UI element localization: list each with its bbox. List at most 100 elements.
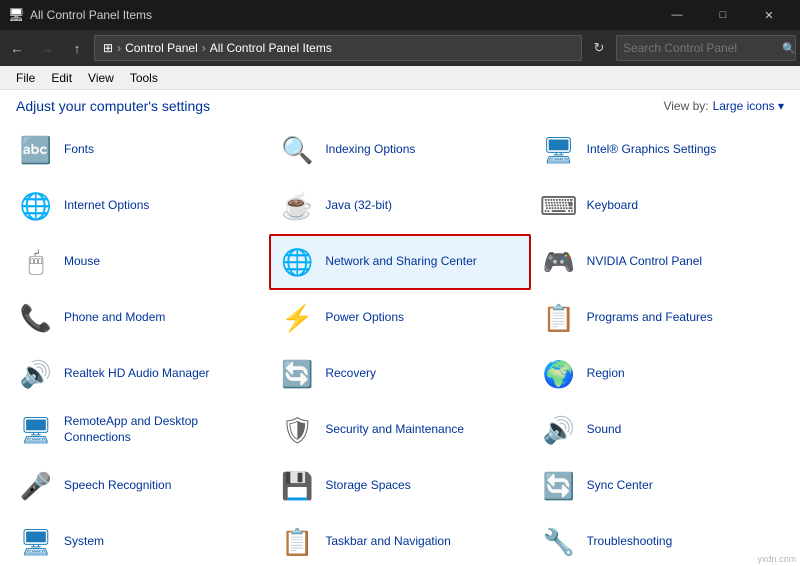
title-bar: 🖥 All Control Panel Items — □ ✕: [0, 0, 800, 30]
grid-item-nvidia[interactable]: 🎮NVIDIA Control Panel: [531, 234, 792, 290]
synccenter-icon: 🔄: [541, 468, 577, 504]
speech-icon: 🎤: [18, 468, 54, 504]
grid-item-indexing[interactable]: 🔍 Indexing Options: [269, 122, 530, 178]
recovery-icon: 🔄: [279, 356, 315, 392]
path-root: ⊞: [103, 41, 113, 55]
grid-item-internet[interactable]: 🌐 Internet Options: [8, 178, 269, 234]
content-header: Adjust your computer's settings View by:…: [0, 90, 800, 118]
storage-label: Storage Spaces: [325, 478, 410, 494]
grid-item-mouse[interactable]: 🖱 Mouse: [8, 234, 269, 290]
minimize-button[interactable]: —: [654, 0, 700, 30]
taskbar-icon: 📋: [279, 524, 315, 560]
items-grid: 🔤 Fonts 🔍 Indexing Options 🖥 Intel® Graphics …: [0, 118, 800, 566]
maximize-button[interactable]: □: [700, 0, 746, 30]
view-by-label: View by:: [663, 99, 708, 113]
security-label: Security and Maintenance: [325, 422, 464, 438]
grid-item-intel[interactable]: 🖥 Intel® Graphics Settings: [531, 122, 792, 178]
system-label: System: [64, 534, 104, 550]
refresh-button[interactable]: ↻: [586, 35, 612, 61]
search-icon: 🔍: [782, 42, 796, 55]
phone-icon: 📞: [18, 300, 54, 336]
storage-icon: 💾: [279, 468, 315, 504]
intel-label: Intel® Graphics Settings: [587, 142, 717, 158]
grid-item-realtek[interactable]: 🔊 Realtek HD Audio Manager: [8, 346, 269, 402]
system-icon: 🖥: [18, 524, 54, 560]
nvidia-label: NVIDIA Control Panel: [587, 254, 702, 270]
security-icon: 🛡: [279, 412, 315, 448]
power-icon: ⚡: [279, 300, 315, 336]
grid-item-troubleshoot[interactable]: 🔧 Troubleshooting: [531, 514, 792, 566]
intel-icon: 🖥: [541, 132, 577, 168]
realtek-icon: 🔊: [18, 356, 54, 392]
window-controls: — □ ✕: [654, 0, 792, 30]
mouse-icon: 🖱: [18, 244, 54, 280]
grid-item-taskbar[interactable]: 📋 Taskbar and Navigation: [269, 514, 530, 566]
grid-item-phone[interactable]: 📞 Phone and Modem: [8, 290, 269, 346]
power-label: Power Options: [325, 310, 404, 326]
fonts-label: Fonts: [64, 142, 94, 158]
recovery-label: Recovery: [325, 366, 376, 382]
region-label: Region: [587, 366, 625, 382]
taskbar-label: Taskbar and Navigation: [325, 534, 450, 550]
menu-edit[interactable]: Edit: [43, 69, 80, 87]
grid-item-sound[interactable]: 🔊 Sound: [531, 402, 792, 458]
troubleshoot-icon: 🔧: [541, 524, 577, 560]
items-container: 🔤 Fonts 🔍 Indexing Options 🖥 Intel® Graphics …: [0, 118, 800, 566]
page-title: Adjust your computer's settings: [16, 98, 210, 114]
back-button[interactable]: ←: [4, 35, 30, 61]
grid-item-power[interactable]: ⚡ Power Options: [269, 290, 530, 346]
phone-label: Phone and Modem: [64, 310, 165, 326]
sound-label: Sound: [587, 422, 622, 438]
remoteapp-label: RemoteApp and Desktop Connections: [64, 414, 259, 445]
grid-item-speech[interactable]: 🎤 Speech Recognition: [8, 458, 269, 514]
view-by-value[interactable]: Large icons ▾: [713, 99, 784, 113]
grid-item-storage[interactable]: 💾 Storage Spaces: [269, 458, 530, 514]
search-box[interactable]: 🔍: [616, 35, 796, 61]
programs-icon: 📋: [541, 300, 577, 336]
mouse-label: Mouse: [64, 254, 100, 270]
menu-bar: File Edit View Tools: [0, 66, 800, 90]
grid-item-recovery[interactable]: 🔄 Recovery: [269, 346, 530, 402]
app-icon: 🖥: [8, 7, 24, 23]
grid-item-java[interactable]: ☕ Java (32-bit): [269, 178, 530, 234]
grid-item-fonts[interactable]: 🔤 Fonts: [8, 122, 269, 178]
troubleshoot-label: Troubleshooting: [587, 534, 673, 550]
network-icon: 🌐: [279, 244, 315, 280]
sound-icon: 🔊: [541, 412, 577, 448]
indexing-icon: 🔍: [279, 132, 315, 168]
remoteapp-icon: 🖥: [18, 412, 54, 448]
grid-item-remoteapp[interactable]: 🖥 RemoteApp and Desktop Connections: [8, 402, 269, 458]
address-path[interactable]: ⊞ › Control Panel › All Control Panel It…: [94, 35, 582, 61]
java-label: Java (32-bit): [325, 198, 392, 214]
fonts-icon: 🔤: [18, 132, 54, 168]
java-icon: ☕: [279, 188, 315, 224]
address-bar: ← → ↑ ⊞ › Control Panel › All Control Pa…: [0, 30, 800, 66]
internet-label: Internet Options: [64, 198, 149, 214]
realtek-label: Realtek HD Audio Manager: [64, 366, 209, 382]
network-label: Network and Sharing Center: [325, 254, 476, 270]
grid-item-system[interactable]: 🖥 System: [8, 514, 269, 566]
synccenter-label: Sync Center: [587, 478, 653, 494]
grid-item-network[interactable]: 🌐 Network and Sharing Center: [269, 234, 530, 290]
path-control-panel: Control Panel: [125, 41, 198, 55]
menu-view[interactable]: View: [80, 69, 122, 87]
forward-button[interactable]: →: [34, 35, 60, 61]
view-by-control: View by: Large icons ▾: [663, 99, 784, 113]
content-area: Adjust your computer's settings View by:…: [0, 90, 800, 566]
up-button[interactable]: ↑: [64, 35, 90, 61]
grid-item-synccenter[interactable]: 🔄 Sync Center: [531, 458, 792, 514]
menu-file[interactable]: File: [8, 69, 43, 87]
speech-label: Speech Recognition: [64, 478, 171, 494]
window-title: All Control Panel Items: [30, 8, 152, 22]
grid-item-programs[interactable]: 📋 Programs and Features: [531, 290, 792, 346]
grid-item-security[interactable]: 🛡 Security and Maintenance: [269, 402, 530, 458]
grid-item-keyboard[interactable]: ⌨Keyboard: [531, 178, 792, 234]
keyboard-label: Keyboard: [587, 198, 638, 214]
menu-tools[interactable]: Tools: [122, 69, 166, 87]
indexing-label: Indexing Options: [325, 142, 415, 158]
close-button[interactable]: ✕: [746, 0, 792, 30]
search-input[interactable]: [623, 41, 778, 55]
internet-icon: 🌐: [18, 188, 54, 224]
programs-label: Programs and Features: [587, 310, 713, 326]
grid-item-region[interactable]: 🌍Region: [531, 346, 792, 402]
